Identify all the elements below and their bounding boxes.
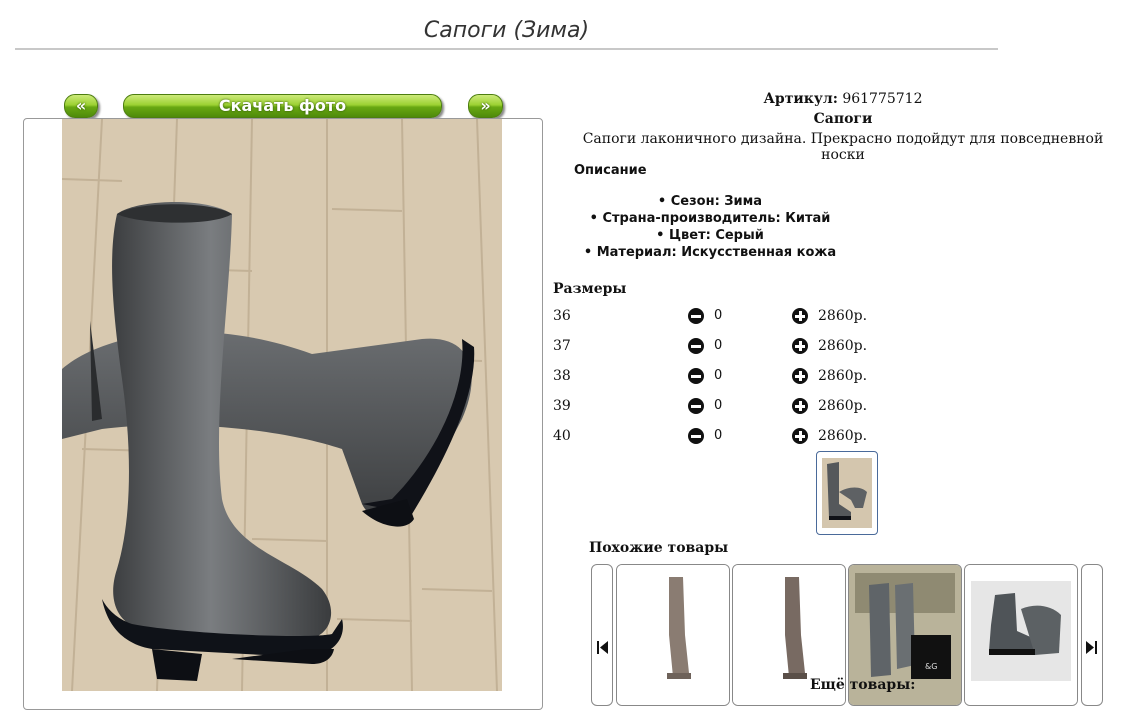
prev-photo-button[interactable]: « <box>64 94 98 118</box>
similar-products-heading: Похожие товары <box>589 540 729 556</box>
similar-next-button[interactable] <box>1081 564 1103 706</box>
size-price: 2860р. <box>818 368 868 384</box>
size-row: 37 0 2860р. <box>553 338 893 358</box>
plus-icon[interactable] <box>792 338 808 354</box>
size-price: 2860р. <box>818 428 868 444</box>
plus-icon[interactable] <box>792 308 808 324</box>
page-title: Сапоги (Зима) <box>423 18 590 43</box>
size-label: 40 <box>553 428 571 444</box>
size-label: 38 <box>553 368 571 384</box>
size-price: 2860р. <box>818 308 868 324</box>
similar-product-card[interactable] <box>964 564 1078 706</box>
selected-photo-thumbnail[interactable] <box>816 451 878 535</box>
similar-product-card[interactable] <box>616 564 730 706</box>
feature-item: • Материал: Искусственная кожа <box>583 245 837 260</box>
minus-icon[interactable] <box>688 398 704 414</box>
svg-text:&G: &G <box>925 662 937 671</box>
skip-back-icon <box>597 641 608 654</box>
size-row: 36 0 2860р. <box>553 308 893 328</box>
size-price: 2860р. <box>818 338 868 354</box>
sizes-heading: Размеры <box>553 281 627 297</box>
size-row: 39 0 2860р. <box>553 398 893 418</box>
plus-icon[interactable] <box>792 398 808 414</box>
size-row: 40 0 2860р. <box>553 428 893 448</box>
product-tagline: Сапоги лаконичного дизайна. Прекрасно по… <box>582 131 1104 163</box>
article-line: Артикул: 961775712 <box>560 91 1126 107</box>
size-quantity: 0 <box>714 338 723 353</box>
feature-item: • Страна-производитель: Китай <box>589 211 831 226</box>
size-label: 37 <box>553 338 571 354</box>
plus-icon[interactable] <box>792 368 808 384</box>
minus-icon[interactable] <box>688 428 704 444</box>
similar-prev-button[interactable] <box>591 564 613 706</box>
minus-icon[interactable] <box>688 308 704 324</box>
article-value: 961775712 <box>842 91 923 107</box>
size-price: 2860р. <box>818 398 868 414</box>
title-divider <box>15 48 998 50</box>
minus-icon[interactable] <box>688 368 704 384</box>
description-heading: Описание <box>574 163 647 178</box>
minus-icon[interactable] <box>688 338 704 354</box>
plus-icon[interactable] <box>792 428 808 444</box>
size-quantity: 0 <box>714 308 723 323</box>
size-label: 39 <box>553 398 571 414</box>
size-row: 38 0 2860р. <box>553 368 893 388</box>
product-name: Сапоги <box>813 111 873 127</box>
next-photo-button[interactable]: » <box>468 94 503 118</box>
skip-forward-icon <box>1086 641 1097 654</box>
product-photo[interactable] <box>62 119 502 691</box>
size-quantity: 0 <box>714 398 723 413</box>
feature-item: • Сезон: Зима <box>657 194 763 209</box>
article-label: Артикул: <box>763 91 838 107</box>
size-label: 36 <box>553 308 571 324</box>
size-quantity: 0 <box>714 368 723 383</box>
feature-item: • Цвет: Серый <box>656 228 764 243</box>
size-quantity: 0 <box>714 428 723 443</box>
download-photo-button[interactable]: Скачать фото <box>123 94 442 118</box>
